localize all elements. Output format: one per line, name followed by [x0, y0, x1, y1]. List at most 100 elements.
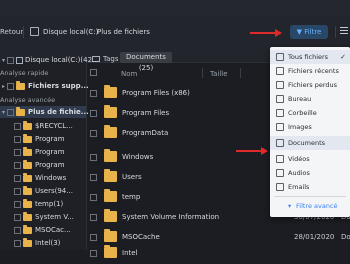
sidebar-child-label: Windows [35, 174, 67, 182]
annotation-arrow [236, 147, 268, 155]
checkbox[interactable] [90, 250, 97, 257]
folder-icon [23, 185, 32, 195]
sidebar-child-label: Users(94... [35, 187, 73, 195]
file-name: Program Files (x86) [122, 89, 190, 97]
menu-icon[interactable] [340, 27, 348, 35]
filter-option-documents[interactable]: Documents [270, 136, 350, 150]
sidebar-child[interactable]: Intel(3) [14, 237, 86, 249]
folder-icon [23, 211, 32, 221]
checkbox[interactable] [90, 234, 97, 241]
column-divider[interactable] [202, 68, 203, 78]
filter-option-desktop[interactable]: Bureau [270, 92, 350, 106]
expand-icon[interactable]: ▾ [0, 107, 7, 119]
tags-label[interactable]: Tags [103, 55, 119, 63]
checkbox[interactable] [14, 174, 21, 182]
expand-icon[interactable]: ▸ [0, 81, 7, 93]
checkbox[interactable] [14, 148, 21, 156]
folder-icon [104, 245, 117, 258]
file-name: Users [122, 173, 142, 181]
filter-option-videos[interactable]: Vidéos [270, 152, 350, 166]
filter-option-label: Tous fichiers [288, 53, 329, 61]
filter-option-label: Emails [288, 183, 310, 191]
title-bar [0, 0, 350, 16]
filter-option-recent[interactable]: Fichiers récents [270, 64, 350, 78]
sidebar-child[interactable]: System V... [14, 211, 86, 223]
filter-option-images[interactable]: Images [270, 120, 350, 134]
sidebar-child[interactable]: temp(1) [14, 198, 86, 210]
sidebar-child[interactable]: Program [14, 133, 86, 145]
folder-icon [104, 169, 117, 182]
folder-icon [104, 85, 117, 98]
checkbox[interactable] [90, 90, 97, 97]
select-all-checkbox[interactable] [90, 69, 97, 76]
checkbox[interactable] [90, 154, 97, 161]
checkbox[interactable] [14, 122, 21, 130]
advanced-filter-link[interactable]: ▾ Filtre avancé [270, 199, 350, 213]
checkbox[interactable] [14, 213, 21, 221]
folder-icon [23, 237, 32, 247]
breadcrumb-chevron-icon: › [90, 27, 93, 35]
sidebar-child[interactable]: Program [14, 159, 86, 171]
sidebar-child[interactable]: Windows [14, 172, 86, 184]
filter-dropdown: Tous fichiers ✓ Fichiers récents Fichiers… [270, 47, 350, 217]
sidebar-child-label: temp(1) [35, 200, 64, 208]
tab-documents[interactable]: Documents (25) [120, 52, 172, 72]
image-icon [276, 123, 284, 131]
checkbox[interactable] [14, 135, 21, 143]
sidebar-child[interactable]: Program [14, 146, 86, 158]
checkbox[interactable] [90, 194, 97, 201]
checkbox[interactable] [7, 56, 14, 64]
folder-icon [23, 172, 32, 182]
filter-option-recycle-bin[interactable]: Corbeille [270, 106, 350, 120]
column-name[interactable]: Nom [121, 70, 137, 78]
advanced-filter-label: Filtre avancé [296, 202, 338, 210]
checkbox[interactable] [14, 161, 21, 169]
file-name: temp [122, 193, 141, 201]
filter-option-label: Corbeille [288, 109, 317, 117]
checkbox[interactable] [90, 214, 97, 221]
folder-icon [104, 149, 117, 162]
sidebar-child-label: System V... [35, 213, 74, 221]
checkbox[interactable] [14, 200, 21, 208]
folder-icon [104, 229, 117, 242]
checkbox[interactable] [7, 82, 14, 90]
filter-option-emails[interactable]: Emails [270, 180, 350, 194]
folder-icon [104, 209, 117, 222]
file-date: 28/01/2020 [294, 233, 335, 241]
filter-option-all[interactable]: Tous fichiers ✓ [270, 50, 350, 64]
audio-icon [276, 169, 284, 177]
checkbox[interactable] [14, 187, 21, 195]
desktop-icon [276, 95, 284, 103]
column-divider[interactable] [240, 68, 241, 78]
checkbox[interactable] [7, 108, 14, 116]
checkbox[interactable] [90, 130, 97, 137]
sidebar-drive-label: Disque local(C:)(42... [25, 56, 99, 64]
sidebar-item-more-files[interactable]: ▾ Plus de fichie... [0, 106, 89, 119]
checkbox[interactable] [90, 110, 97, 117]
folder-icon [104, 125, 117, 138]
folder-icon [23, 224, 32, 234]
sidebar-child[interactable]: Users(94... [14, 185, 86, 197]
sidebar-child-label: Program [35, 135, 65, 143]
checkbox[interactable] [90, 174, 97, 181]
sidebar-child[interactable]: MSOCac... [14, 224, 86, 236]
sidebar-child-label: Intel(3) [35, 239, 61, 247]
filter-option-label: Documents [288, 139, 326, 147]
file-row[interactable]: Intel [86, 244, 350, 264]
checkbox[interactable] [14, 226, 21, 234]
toolbar-divider [335, 26, 336, 38]
filter-option-audios[interactable]: Audios [270, 166, 350, 180]
sidebar-item-deleted[interactable]: ▸ Fichiers supp... [0, 80, 89, 93]
folder-icon [16, 106, 25, 116]
breadcrumb-folder[interactable]: Plus de fichiers [97, 28, 150, 36]
filter-option-lost[interactable]: Fichiers perdus [270, 78, 350, 92]
checkbox[interactable] [14, 239, 21, 247]
file-name: Windows [122, 153, 154, 161]
sidebar-drive[interactable]: ▾ Disque local(C:)(42... [0, 54, 99, 67]
sidebar-child[interactable]: $RECYCL... [14, 120, 86, 132]
expand-icon[interactable]: ▾ [0, 55, 7, 67]
back-button[interactable]: Retour [0, 28, 23, 36]
column-size[interactable]: Taille [210, 70, 228, 78]
recent-files-icon [276, 67, 284, 75]
filter-button[interactable]: ▼ Filtre [290, 25, 328, 39]
